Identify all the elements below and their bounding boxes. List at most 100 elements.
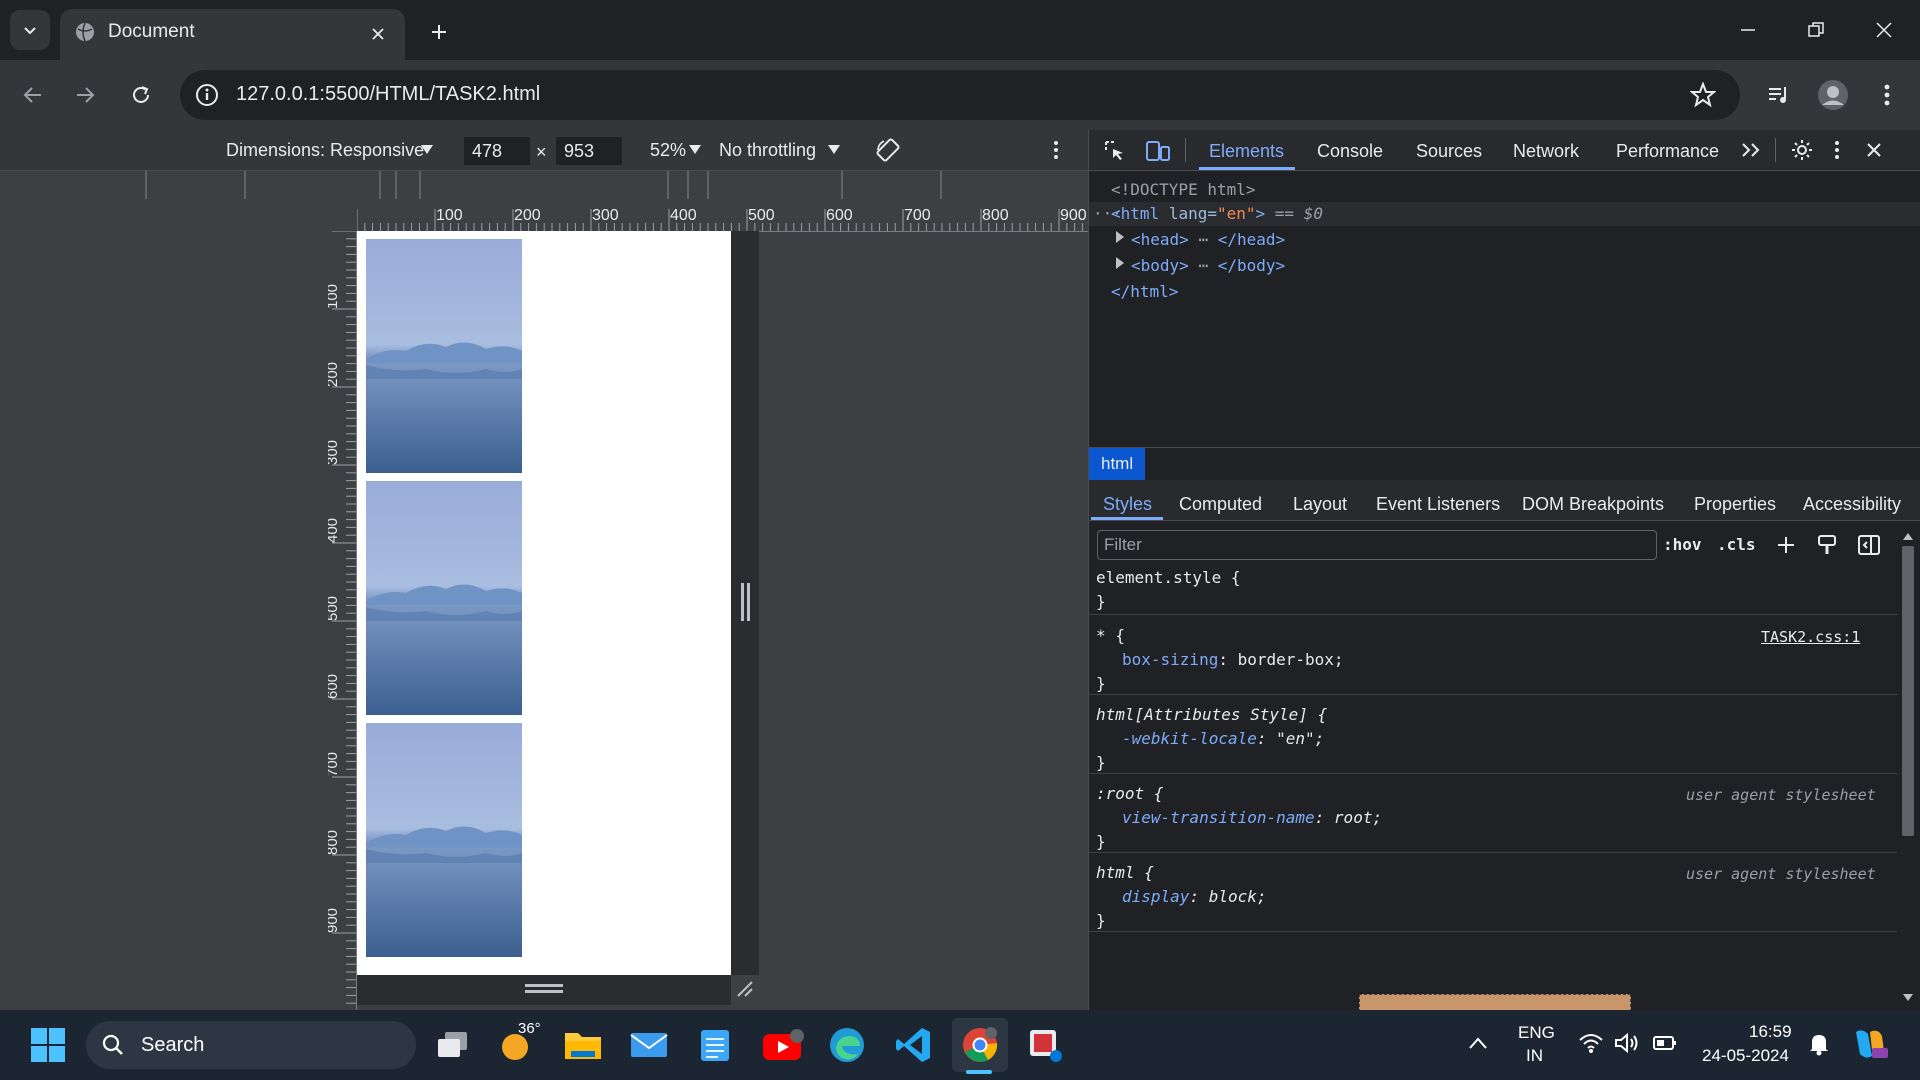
task-view-button[interactable] xyxy=(432,1024,474,1066)
expand-triangle-icon[interactable] xyxy=(1115,231,1125,243)
scrollbar-thumb[interactable] xyxy=(1902,546,1914,836)
rule-selector[interactable]: :root { xyxy=(1096,784,1163,803)
more-vertical-icon[interactable] xyxy=(1053,140,1059,160)
tab-network[interactable]: Network xyxy=(1513,141,1579,162)
media-query-marker[interactable] xyxy=(940,171,942,199)
throttling-dropdown[interactable]: No throttling xyxy=(719,140,816,161)
close-tab-button[interactable] xyxy=(365,21,391,47)
browser-tab[interactable]: Document xyxy=(60,9,405,61)
device-toggle-icon[interactable] xyxy=(1145,139,1171,163)
dimensions-dropdown[interactable]: Dimensions: Responsive xyxy=(226,140,424,161)
style-rule[interactable]: * { TASK2.css:1 box-sizing: border-box; … xyxy=(1089,622,1897,695)
css-property[interactable]: display xyxy=(1122,887,1189,906)
address-bar[interactable]: 127.0.0.1:5500/HTML/TASK2.html xyxy=(180,70,1740,120)
close-window-button[interactable] xyxy=(1860,12,1908,48)
inspect-element-icon[interactable] xyxy=(1103,139,1127,163)
rule-selector[interactable]: html[Attributes Style] { xyxy=(1096,705,1327,724)
back-button[interactable] xyxy=(12,74,54,116)
corner-resize-icon[interactable] xyxy=(736,980,754,998)
volume-icon[interactable] xyxy=(1614,1032,1640,1054)
tab-layout[interactable]: Layout xyxy=(1293,494,1347,515)
zoom-dropdown[interactable]: 52% xyxy=(650,140,686,161)
breadcrumb-item[interactable]: html xyxy=(1089,448,1146,480)
browser-menu-button[interactable] xyxy=(1866,74,1908,116)
more-tabs-icon[interactable] xyxy=(1741,142,1761,158)
rule-declaration[interactable]: box-sizing: border-box; xyxy=(1122,650,1344,669)
chevron-up-icon[interactable] xyxy=(1468,1036,1488,1050)
viewport-resize-handle-bottom[interactable] xyxy=(357,975,731,1005)
tab-styles[interactable]: Styles xyxy=(1103,494,1152,515)
clock-time[interactable]: 16:59 xyxy=(1749,1022,1792,1042)
css-value[interactable]: border-box; xyxy=(1238,650,1344,669)
scroll-up-icon[interactable] xyxy=(1903,532,1913,540)
gear-icon[interactable] xyxy=(1790,138,1814,162)
clock-date[interactable]: 24-05-2024 xyxy=(1702,1046,1789,1066)
more-vertical-icon[interactable] xyxy=(1834,140,1840,160)
language-indicator[interactable]: ENG xyxy=(1518,1023,1555,1043)
dom-head-node[interactable]: <head> ⋯ </head> xyxy=(1131,230,1285,249)
rule-declaration[interactable]: display: block; xyxy=(1122,887,1267,906)
media-query-bar[interactable] xyxy=(0,171,1088,199)
rule-selector[interactable]: element.style { xyxy=(1096,568,1241,587)
paint-brush-icon[interactable] xyxy=(1816,533,1838,557)
dom-html-node[interactable]: <html lang="en"> == $0 xyxy=(1111,204,1323,223)
copilot-icon[interactable] xyxy=(1850,1026,1890,1062)
tab-computed[interactable]: Computed xyxy=(1179,494,1262,515)
css-property[interactable]: -webkit-locale xyxy=(1122,729,1257,748)
profile-avatar[interactable] xyxy=(1812,74,1854,116)
style-rule[interactable]: element.style { } xyxy=(1089,564,1897,615)
styles-scrollbar[interactable] xyxy=(1897,528,1919,1010)
style-rule[interactable]: html { user agent stylesheet display: bl… xyxy=(1089,859,1897,932)
restore-button[interactable] xyxy=(1792,12,1840,48)
dom-body-node[interactable]: <body> ⋯ </body> xyxy=(1131,256,1285,275)
tab-properties[interactable]: Properties xyxy=(1694,494,1776,515)
file-explorer-button[interactable] xyxy=(562,1024,604,1066)
css-value[interactable]: "en"; xyxy=(1276,729,1324,748)
expand-triangle-icon[interactable] xyxy=(1115,257,1125,269)
youtube-button[interactable] xyxy=(762,1024,804,1066)
rule-declaration[interactable]: -webkit-locale: "en"; xyxy=(1122,729,1324,748)
css-value[interactable]: root; xyxy=(1334,808,1382,827)
tab-console[interactable]: Console xyxy=(1317,141,1383,162)
rule-selector[interactable]: html { xyxy=(1096,863,1154,882)
dom-doctype[interactable]: <!DOCTYPE html> xyxy=(1111,180,1256,199)
minimize-button[interactable] xyxy=(1724,12,1772,48)
dom-html-close[interactable]: </html> xyxy=(1111,282,1178,301)
ellipsis-badge[interactable]: ⋯ xyxy=(1198,230,1208,249)
height-input[interactable]: 953 xyxy=(556,137,622,165)
media-query-marker[interactable] xyxy=(667,171,669,199)
ellipsis-badge[interactable]: ⋯ xyxy=(1198,256,1208,275)
windows-start-icon[interactable] xyxy=(30,1027,66,1063)
rule-source-link[interactable]: TASK2.css:1 xyxy=(1761,628,1860,646)
vscode-button[interactable] xyxy=(892,1024,934,1066)
media-query-marker[interactable] xyxy=(841,171,843,199)
rule-selector[interactable]: * { xyxy=(1096,626,1125,645)
css-property[interactable]: view-transition-name xyxy=(1122,808,1315,827)
reload-button[interactable] xyxy=(120,74,162,116)
forward-button[interactable] xyxy=(64,74,106,116)
edge-button[interactable] xyxy=(826,1024,868,1066)
tab-elements[interactable]: Elements xyxy=(1209,141,1284,162)
mail-button[interactable] xyxy=(628,1024,670,1066)
media-query-marker[interactable] xyxy=(379,171,381,199)
media-query-marker[interactable] xyxy=(145,171,147,199)
url-text[interactable]: 127.0.0.1:5500/HTML/TASK2.html xyxy=(236,83,540,106)
tab-performance[interactable]: Performance xyxy=(1616,141,1719,162)
new-tab-button[interactable] xyxy=(424,17,454,47)
styles-filter-input[interactable]: Filter xyxy=(1097,530,1657,560)
style-rule[interactable]: :root { user agent stylesheet view-trans… xyxy=(1089,780,1897,853)
tab-sources[interactable]: Sources xyxy=(1416,141,1482,162)
taskbar-search[interactable]: Search xyxy=(86,1021,416,1069)
css-value[interactable]: block; xyxy=(1209,887,1267,906)
media-control-button[interactable] xyxy=(1758,74,1800,116)
style-rule[interactable]: html[Attributes Style] { -webkit-locale:… xyxy=(1089,701,1897,774)
media-query-marker[interactable] xyxy=(395,171,397,199)
media-query-marker[interactable] xyxy=(244,171,246,199)
media-query-marker[interactable] xyxy=(419,171,421,199)
sidebar-toggle-icon[interactable] xyxy=(1857,533,1881,557)
scroll-down-icon[interactable] xyxy=(1903,994,1913,1002)
viewport-resize-handle-right[interactable] xyxy=(731,231,759,975)
battery-icon[interactable] xyxy=(1652,1034,1678,1052)
tab-event-listeners[interactable]: Event Listeners xyxy=(1376,494,1500,515)
close-icon[interactable] xyxy=(1866,142,1882,158)
